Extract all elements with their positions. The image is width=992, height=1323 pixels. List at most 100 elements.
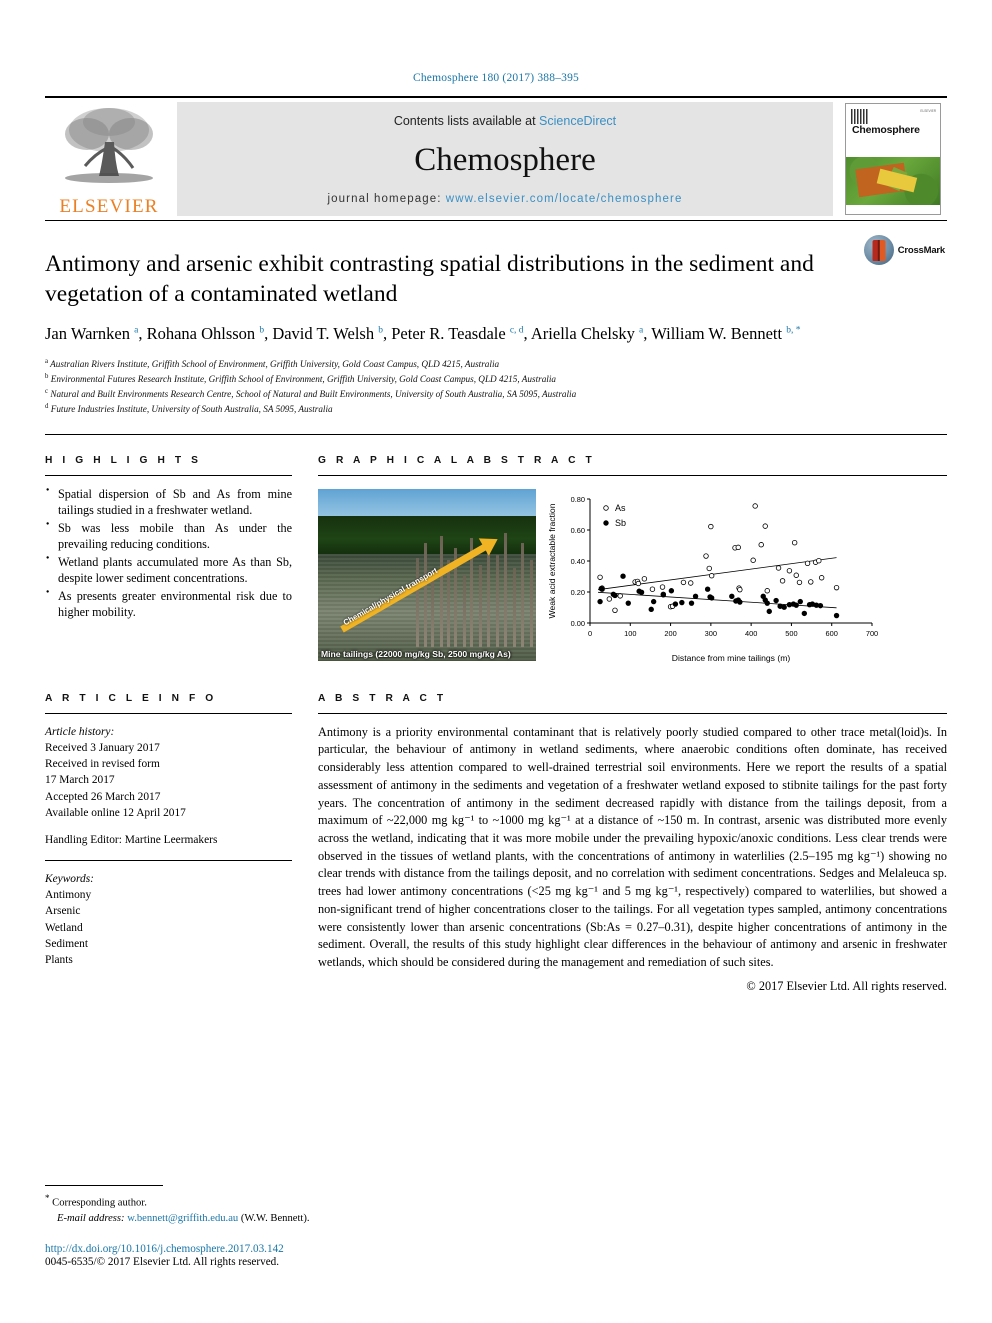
svg-text:400: 400	[745, 629, 757, 638]
svg-text:0.80: 0.80	[571, 495, 585, 504]
elsevier-wordmark: ELSEVIER	[59, 196, 159, 217]
corresponding-author-note: * Corresponding author.	[45, 1192, 947, 1211]
list-item: Spatial dispersion of Sb and As from min…	[45, 486, 292, 518]
highlights-heading: H I G H L I G H T S	[45, 454, 202, 466]
article-info-heading: A R T I C L E I N F O	[45, 692, 217, 704]
homepage-url-link[interactable]: www.elsevier.com/locate/chemosphere	[446, 193, 683, 205]
history-revised-label: Received in revised form	[45, 758, 160, 771]
abstract-text: Antimony is a priority environmental con…	[318, 724, 947, 972]
abstract-column: A B S T R A C T Antimony is a priority e…	[318, 693, 947, 994]
svg-text:300: 300	[705, 629, 717, 638]
handling-editor: Handling Editor: Martine Leermakers	[45, 833, 218, 846]
affiliation-text-b: Environmental Futures Research Institute…	[50, 373, 556, 384]
list-item: Wetland plants accumulated more As than …	[45, 554, 292, 586]
svg-text:0.60: 0.60	[571, 526, 585, 535]
svg-text:0.00: 0.00	[571, 619, 585, 628]
sciencedirect-link[interactable]: ScienceDirect	[539, 114, 616, 128]
journal-banner: Contents lists available at ScienceDirec…	[177, 102, 833, 216]
cover-corner-label: ELSEVIER	[920, 109, 936, 113]
cover-journal-title: Chemosphere	[852, 124, 920, 136]
elsevier-logo: ELSEVIER	[45, 98, 173, 220]
graphical-abstract-rule	[318, 474, 947, 476]
svg-text:Distance from mine tailings (m: Distance from mine tailings (m)	[672, 653, 791, 663]
issn-copyright: 0045-6535/© 2017 Elsevier Ltd. All right…	[45, 1256, 280, 1268]
abstract-paragraph: Antimony is a priority environmental con…	[318, 724, 947, 969]
corresponding-star: *	[45, 1192, 50, 1203]
svg-text:500: 500	[785, 629, 797, 638]
footnote-rule	[45, 1184, 163, 1186]
keywords-block: Keywords: Antimony Arsenic Wetland Sedim…	[45, 871, 292, 968]
paper-page: Chemosphere 180 (2017) 388–395 ELSEVIER	[0, 0, 992, 1323]
crossmark-icon	[863, 235, 894, 265]
svg-text:Weak acid extractable fraction: Weak acid extractable fraction	[547, 503, 557, 618]
journal-homepage-line: journal homepage: www.elsevier.com/locat…	[328, 193, 683, 205]
crossmark-badge[interactable]: CrossMark	[863, 235, 945, 265]
keyword-item: Plants	[45, 954, 73, 967]
svg-text:0: 0	[588, 629, 592, 638]
history-available-online: Available online 12 April 2017	[45, 806, 186, 819]
affiliation-marker-c: c	[45, 387, 49, 395]
graphical-abstract-heading: G R A P H I C A L A B S T R A C T	[318, 454, 596, 466]
list-item: Sb was less mobile than As under the pre…	[45, 520, 292, 552]
article-history: Article history: Received 3 January 2017…	[45, 724, 292, 848]
affiliation-marker-b: b	[45, 372, 49, 380]
homepage-prefix: journal homepage:	[327, 193, 446, 205]
svg-text:600: 600	[826, 629, 838, 638]
article-info-column: A R T I C L E I N F O Article history: R…	[45, 693, 292, 994]
scatter-chart: 0.00 0.20 0.40 0.60 0.80 0 100 200 300 400 500 600 7…	[544, 489, 947, 667]
svg-text:700: 700	[866, 629, 878, 638]
keyword-item: Wetland	[45, 921, 83, 934]
elsevier-tree-icon	[65, 108, 153, 183]
affiliation-a: a Australian Rivers Institute, Griffith …	[45, 357, 947, 372]
contents-line: Contents lists available at ScienceDirec…	[394, 114, 616, 128]
keywords-label: Keywords:	[45, 873, 94, 886]
affiliation-text-a: Australian Rivers Institute, Griffith Sc…	[50, 358, 500, 369]
doi-link[interactable]: http://dx.doi.org/10.1016/j.chemosphere.…	[45, 1243, 947, 1255]
author-list: Jan Warnken a, Rohana Ohlsson b, David T…	[45, 324, 801, 344]
photo-dead-trees	[414, 523, 536, 648]
svg-text:Sb: Sb	[615, 518, 626, 528]
cover-barcode-icon	[851, 109, 868, 124]
history-accepted: Accepted 26 March 2017	[45, 790, 161, 803]
cover-image: ELSEVIER Chemosphere	[845, 103, 941, 215]
history-revised-date: 17 March 2017	[45, 774, 115, 787]
affiliation-marker-a: a	[45, 357, 49, 365]
affiliation-c: c Natural and Built Environments Researc…	[45, 387, 947, 402]
svg-text:As: As	[615, 503, 626, 513]
graphical-abstract-column: G R A P H I C A L A B S T R A C T Chemic…	[318, 455, 947, 667]
highlights-rule	[45, 474, 292, 476]
cover-top: ELSEVIER Chemosphere	[846, 104, 940, 157]
title-block: Antimony and arsenic exhibit contrasting…	[45, 221, 947, 417]
keywords-rule	[45, 860, 292, 862]
keyword-item: Arsenic	[45, 905, 81, 918]
svg-text:100: 100	[624, 629, 636, 638]
cover-bottom	[846, 205, 940, 214]
highlights-column: H I G H L I G H T S Spatial dispersion o…	[45, 455, 292, 667]
keyword-item: Antimony	[45, 889, 92, 902]
affiliation-text-d: Future Industries Institute, University …	[50, 403, 333, 414]
email-link[interactable]: w.bennett@griffith.edu.au	[127, 1213, 238, 1224]
svg-text:0.40: 0.40	[571, 557, 585, 566]
abstract-heading: A B S T R A C T	[318, 692, 447, 704]
abstract-copyright: © 2017 Elsevier Ltd. All rights reserved…	[746, 978, 947, 993]
affiliation-text-c: Natural and Built Environments Research …	[50, 388, 577, 399]
abstract-rule	[318, 712, 947, 714]
crossmark-book-shape	[872, 239, 886, 261]
journal-cover-thumbnail: ELSEVIER Chemosphere	[839, 98, 947, 220]
highlights-list: Spatial dispersion of Sb and As from min…	[45, 486, 292, 621]
svg-text:200: 200	[664, 629, 676, 638]
affiliations: a Australian Rivers Institute, Griffith …	[45, 357, 947, 417]
email-note: E-mail address: w.bennett@griffith.edu.a…	[45, 1211, 947, 1226]
history-received: Received 3 January 2017	[45, 741, 160, 754]
wetland-photo: Chemical/physical transport Mine tailing…	[318, 488, 536, 661]
page-footer: * Corresponding author. E-mail address: …	[45, 1184, 947, 1268]
cover-leaf-artwork	[846, 156, 940, 206]
svg-text:0.20: 0.20	[571, 588, 585, 597]
affiliation-b: b Environmental Futures Research Institu…	[45, 372, 947, 387]
article-history-label: Article history:	[45, 725, 115, 738]
journal-title: Chemosphere	[414, 142, 596, 178]
contents-prefix: Contents lists available at	[393, 114, 540, 128]
email-suffix: (W.W. Bennett).	[240, 1212, 310, 1224]
journal-reference: Chemosphere 180 (2017) 388–395	[412, 72, 580, 84]
article-info-rule	[45, 712, 292, 714]
